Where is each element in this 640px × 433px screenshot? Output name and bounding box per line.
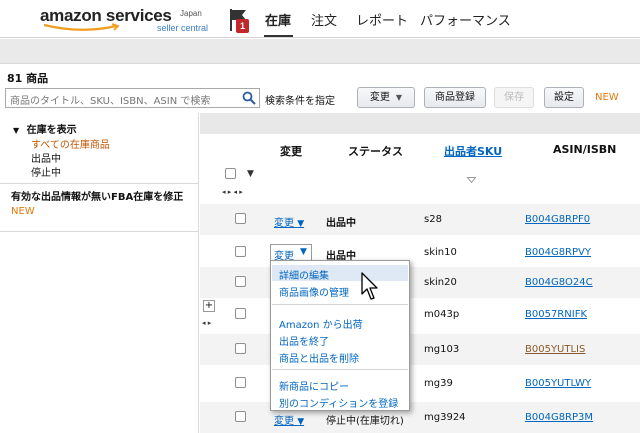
row-sku: m043p: [424, 309, 460, 320]
row-change-dropdown-open[interactable]: 変更 ▼: [270, 244, 312, 262]
column-resize-arrows-icon[interactable]: ◂ ▸: [202, 319, 211, 327]
row-asin-link[interactable]: B004G8O24C: [525, 277, 593, 288]
menu-manage-images[interactable]: 商品画像の管理: [279, 284, 349, 299]
advanced-search-link[interactable]: 検索条件を指定: [265, 92, 335, 107]
table-row: mg39 B005YUTLWY: [200, 368, 640, 399]
nav-reports[interactable]: レポート: [356, 10, 408, 29]
fba-fix-label: 有効な出品情報が無いFBA在庫を修正: [11, 192, 184, 203]
row-change-label: 変更: [274, 416, 294, 427]
row-asin-link[interactable]: B004G8RP3M: [525, 412, 593, 423]
top-header: amazon services Japan seller central 1 在…: [0, 0, 640, 38]
header-asin: ASIN/ISBN: [553, 143, 617, 156]
chevron-down-icon: ▼: [297, 417, 305, 427]
row-checkbox[interactable]: [235, 411, 246, 422]
row-sku: s28: [424, 214, 442, 225]
table-row: 変更 ▼ 停止中(在庫切れ) mg3924 B004G8RP3M: [200, 402, 640, 433]
table-row: mg103 B005YUTLIS: [200, 334, 640, 365]
menu-copy-to-new[interactable]: 新商品にコピー: [279, 378, 349, 393]
filter-all-inventory[interactable]: すべての在庫商品: [31, 136, 110, 151]
row-change-link[interactable]: 変更 ▼: [274, 214, 304, 229]
search-placeholder: 商品のタイトル、SKU、ISBN、ASIN で検索: [10, 96, 211, 107]
table-row: m043p B0057RNIFK: [200, 299, 640, 330]
sort-indicator-icon[interactable]: [467, 177, 476, 183]
header-change: 変更: [280, 145, 302, 158]
table-header-bar: [200, 113, 640, 134]
collapse-triangle-icon: ▼: [13, 126, 20, 135]
logo-subtitle: seller central: [157, 23, 209, 33]
nav-performance[interactable]: パフォーマンス: [420, 10, 511, 29]
row-checkbox[interactable]: [235, 246, 246, 257]
menu-delete-product[interactable]: 商品と出品を削除: [279, 350, 359, 365]
amazon-services-logo[interactable]: amazon services Japan seller central: [40, 6, 215, 34]
menu-fulfill-by-amazon[interactable]: Amazon から出荷: [279, 316, 363, 331]
menu-separator: [272, 369, 408, 370]
menu-edit-details[interactable]: 詳細の編集: [279, 267, 329, 282]
menu-add-condition[interactable]: 別のコンディションを登録: [279, 395, 398, 410]
row-asin-link[interactable]: B004G8RPF0: [525, 214, 590, 225]
settings-button[interactable]: 設定: [544, 87, 584, 108]
search-input[interactable]: 商品のタイトル、SKU、ISBN、ASIN で検索: [5, 88, 260, 108]
table-row: 出品中 skin10 B004G8RPVY: [200, 237, 640, 268]
row-sku: mg3924: [424, 412, 466, 423]
fba-fix-link[interactable]: 有効な出品情報が無いFBA在庫を修正 NEW: [11, 191, 196, 219]
row-checkbox[interactable]: [235, 308, 246, 319]
product-count: 81 商品: [7, 72, 49, 85]
row-sku: skin20: [424, 277, 457, 288]
menu-close-listing[interactable]: 出品を終了: [279, 333, 329, 348]
row-checkbox[interactable]: [235, 377, 246, 388]
expand-plus-icon[interactable]: +: [203, 300, 215, 312]
row-checkbox[interactable]: [235, 276, 246, 287]
save-button[interactable]: 保存: [494, 87, 534, 108]
row-asin-link[interactable]: B0057RNIFK: [525, 309, 587, 320]
select-menu-chevron-icon[interactable]: ▼: [247, 169, 254, 179]
bulk-change-label: 変更: [369, 92, 390, 103]
row-sku: mg39: [424, 378, 453, 389]
chevron-down-icon: ▼: [297, 219, 305, 229]
row-actions-menu: 詳細の編集 商品画像の管理 Amazon から出荷 出品を終了 商品と出品を削除…: [270, 260, 410, 411]
filter-inactive[interactable]: 停止中: [31, 164, 61, 179]
nav-inventory[interactable]: 在庫: [265, 10, 291, 29]
notification-badge: 1: [236, 19, 249, 33]
filter-heading[interactable]: ▼ 在庫を表示: [13, 121, 77, 136]
filter-active[interactable]: 出品中: [31, 150, 61, 165]
row-change-link[interactable]: 変更 ▼: [274, 412, 304, 427]
logo-region: Japan: [180, 9, 202, 18]
search-icon[interactable]: [242, 91, 256, 105]
nav-orders[interactable]: 注文: [311, 10, 337, 29]
chevron-down-icon: ▼: [395, 93, 403, 102]
table-row: skin20 B004G8O24C: [200, 267, 640, 298]
subnav-strip: [0, 39, 640, 64]
header-status[interactable]: ステータス: [348, 143, 403, 159]
add-product-button[interactable]: 商品登録: [424, 87, 486, 108]
new-badge: NEW: [595, 92, 619, 103]
sidebar-divider-bottom: [0, 231, 199, 232]
amazon-smile-icon: [43, 23, 120, 31]
row-checkbox[interactable]: [235, 213, 246, 224]
bulk-change-dropdown[interactable]: 変更 ▼: [357, 87, 415, 108]
row-asin-link[interactable]: B005YUTLIS: [525, 344, 585, 355]
row-asin-link[interactable]: B004G8RPVY: [525, 247, 591, 258]
row-status: 出品中: [326, 218, 356, 229]
mouse-cursor-icon: [361, 272, 378, 300]
row-checkbox[interactable]: [235, 343, 246, 354]
row-sku: mg103: [424, 344, 460, 355]
row-change-label: 変更: [274, 218, 294, 229]
filter-sidebar: ▼ 在庫を表示 すべての在庫商品 出品中 停止中 有効な出品情報が無いFBA在庫…: [0, 113, 199, 433]
menu-separator: [272, 304, 408, 305]
nav-active-underline: [264, 35, 293, 37]
row-sku: skin10: [424, 247, 457, 258]
header-sku-sort[interactable]: 出品者SKU: [444, 143, 502, 159]
column-resize-arrows-icon[interactable]: ◂ ▸ ◂ ▸: [222, 188, 243, 196]
select-all-checkbox[interactable]: [225, 168, 236, 179]
fba-new-badge: NEW: [11, 206, 35, 217]
row-status: 停止中(在庫切れ): [326, 416, 404, 427]
row-asin-link[interactable]: B005YUTLWY: [525, 378, 591, 389]
table-row: 変更 ▼ 出品中 s28 B004G8RPF0: [200, 204, 640, 235]
sidebar-divider: [0, 183, 199, 184]
filter-heading-label: 在庫を表示: [26, 125, 77, 136]
chevron-down-icon: ▼: [300, 247, 307, 257]
